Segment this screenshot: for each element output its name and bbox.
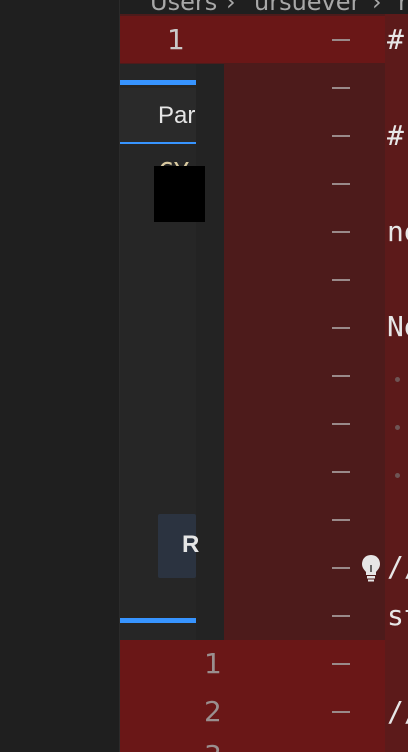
gutter-dash — [332, 183, 350, 185]
black-block — [154, 166, 205, 222]
gutter-dash — [332, 615, 350, 617]
breadcrumb-item[interactable]: ursuever — [254, 0, 360, 14]
code-line: // — [387, 695, 408, 728]
gutter-dash — [332, 231, 350, 233]
code-line: # — [387, 23, 404, 56]
screen: Users › ursuever › n 1 # # ne Ne // — [0, 0, 408, 752]
gutter-dash — [332, 567, 350, 569]
gutter-dash — [332, 135, 350, 137]
breadcrumb-separator: › — [372, 0, 382, 14]
line-number: 1 — [167, 23, 185, 56]
line-number: 1 — [204, 647, 222, 680]
deleted-line-highlight — [120, 640, 408, 752]
breadcrumb-item[interactable]: n — [398, 0, 408, 14]
code-line: ne — [387, 215, 408, 248]
code-line: # — [387, 119, 404, 152]
breadcrumb: Users › ursuever › n — [120, 0, 408, 14]
whitespace-dot — [395, 425, 400, 430]
gutter-dash — [332, 471, 350, 473]
floating-panel: Par CY R — [120, 64, 224, 640]
gutter-dash — [332, 39, 350, 41]
whitespace-dot — [395, 377, 400, 382]
breadcrumb-item[interactable]: Users — [150, 0, 217, 14]
lightbulb-icon[interactable] — [360, 553, 382, 583]
gutter-dash — [332, 423, 350, 425]
side-bar — [0, 0, 120, 752]
panel-tab[interactable]: Par — [120, 88, 196, 144]
gutter-dash — [332, 375, 350, 377]
gutter-dash — [332, 663, 350, 665]
breadcrumb-separator: › — [226, 0, 236, 14]
panel-button-label: R — [182, 531, 200, 558]
panel-accent-bar — [120, 618, 196, 623]
gutter-dash — [332, 87, 350, 89]
panel-accent-bar — [120, 80, 196, 85]
line-number: 2 — [204, 695, 222, 728]
code-line: st — [387, 599, 408, 632]
gutter-dash — [332, 519, 350, 521]
code-line: Ne — [387, 310, 408, 343]
deleted-line-highlight — [120, 16, 408, 63]
code-line: // — [387, 550, 408, 583]
panel-action-button[interactable]: R — [158, 514, 200, 578]
line-number: 3 — [204, 742, 222, 752]
whitespace-dot — [395, 473, 400, 478]
panel-tab-label: Par — [158, 102, 196, 129]
gutter-dash — [332, 711, 350, 713]
gutter-dash — [332, 327, 350, 329]
code-column — [385, 0, 408, 752]
gutter-dash — [332, 279, 350, 281]
